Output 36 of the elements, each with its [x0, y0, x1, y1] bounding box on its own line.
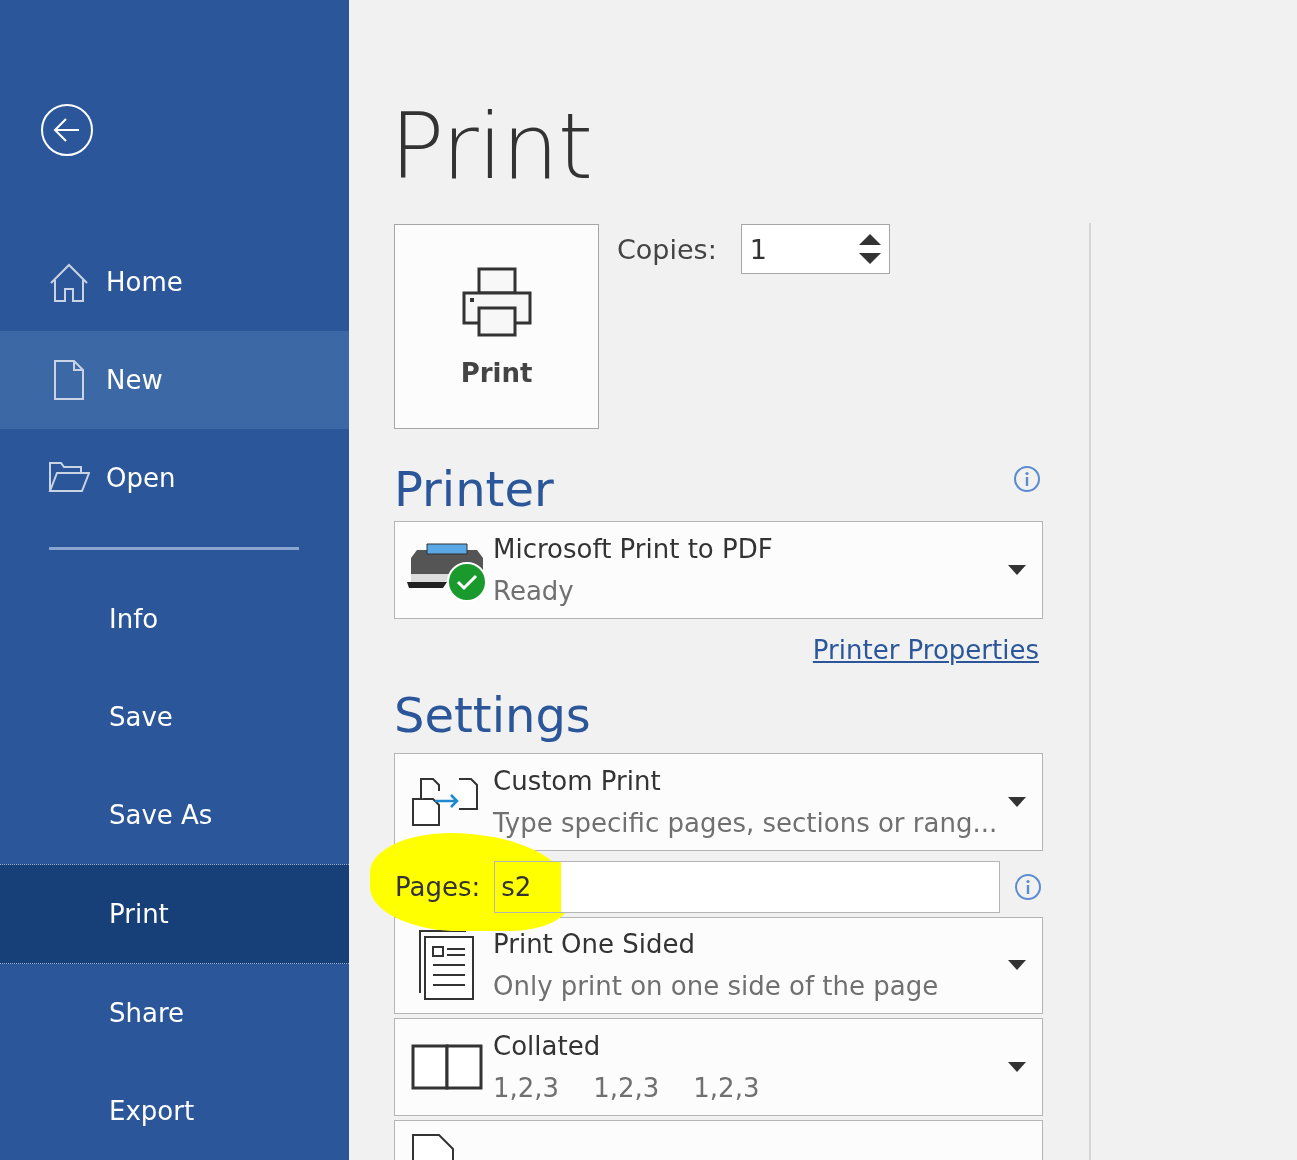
settings-heading: Settings — [394, 685, 591, 745]
page-icon — [411, 1133, 455, 1160]
copies-label: Copies: — [617, 234, 717, 267]
info-icon[interactable] — [1014, 872, 1043, 901]
sidebar-item[interactable]: New — [0, 331, 349, 429]
printer-properties-link[interactable]: Printer Properties — [812, 634, 1039, 665]
settings-dropdown[interactable]: Custom Print Type specific pages, sections or rang... — [394, 752, 1043, 851]
pages-input[interactable]: s2 — [494, 860, 1001, 913]
two-pages-icon — [411, 1044, 483, 1091]
caret-icon — [1008, 1062, 1026, 1073]
sidebar-item[interactable]: Share — [0, 964, 349, 1062]
info-icon[interactable] — [1013, 465, 1041, 493]
sidebar-item[interactable]: Save — [0, 668, 349, 766]
page-title: Print — [390, 93, 594, 201]
page-stack-icon — [417, 929, 477, 1002]
sidebar-item[interactable]: Open — [0, 429, 349, 527]
printer-dropdown[interactable]: Microsoft Print to PDF Ready — [394, 521, 1043, 619]
settings-dropdown[interactable]: Collated 1,2,3 1,2,3 1,2,3 — [394, 1018, 1043, 1116]
sidebar-item[interactable]: Export — [0, 1062, 349, 1160]
down-arrow-icon[interactable] — [858, 253, 881, 264]
copies-spinner[interactable]: 1 — [740, 224, 890, 274]
caret-icon — [1008, 564, 1026, 575]
caret-icon — [1008, 796, 1026, 807]
printer-heading: Printer — [394, 460, 554, 519]
sidebar-item[interactable]: Print — [0, 864, 349, 964]
home-icon — [48, 261, 90, 303]
printer-icon — [460, 265, 533, 338]
caret-icon — [1008, 960, 1026, 971]
up-arrow-icon[interactable] — [858, 234, 881, 245]
print-button[interactable]: Print — [394, 224, 599, 429]
settings-dropdown[interactable]: Print One Sided Only print on one side of the page — [394, 916, 1043, 1015]
sidebar-item[interactable]: Info — [0, 570, 349, 668]
sidebar-item[interactable]: Save As — [0, 766, 349, 864]
back-icon[interactable] — [40, 103, 94, 157]
sidebar-item[interactable]: Home — [0, 233, 349, 331]
pages-label: Pages: — [395, 871, 481, 902]
